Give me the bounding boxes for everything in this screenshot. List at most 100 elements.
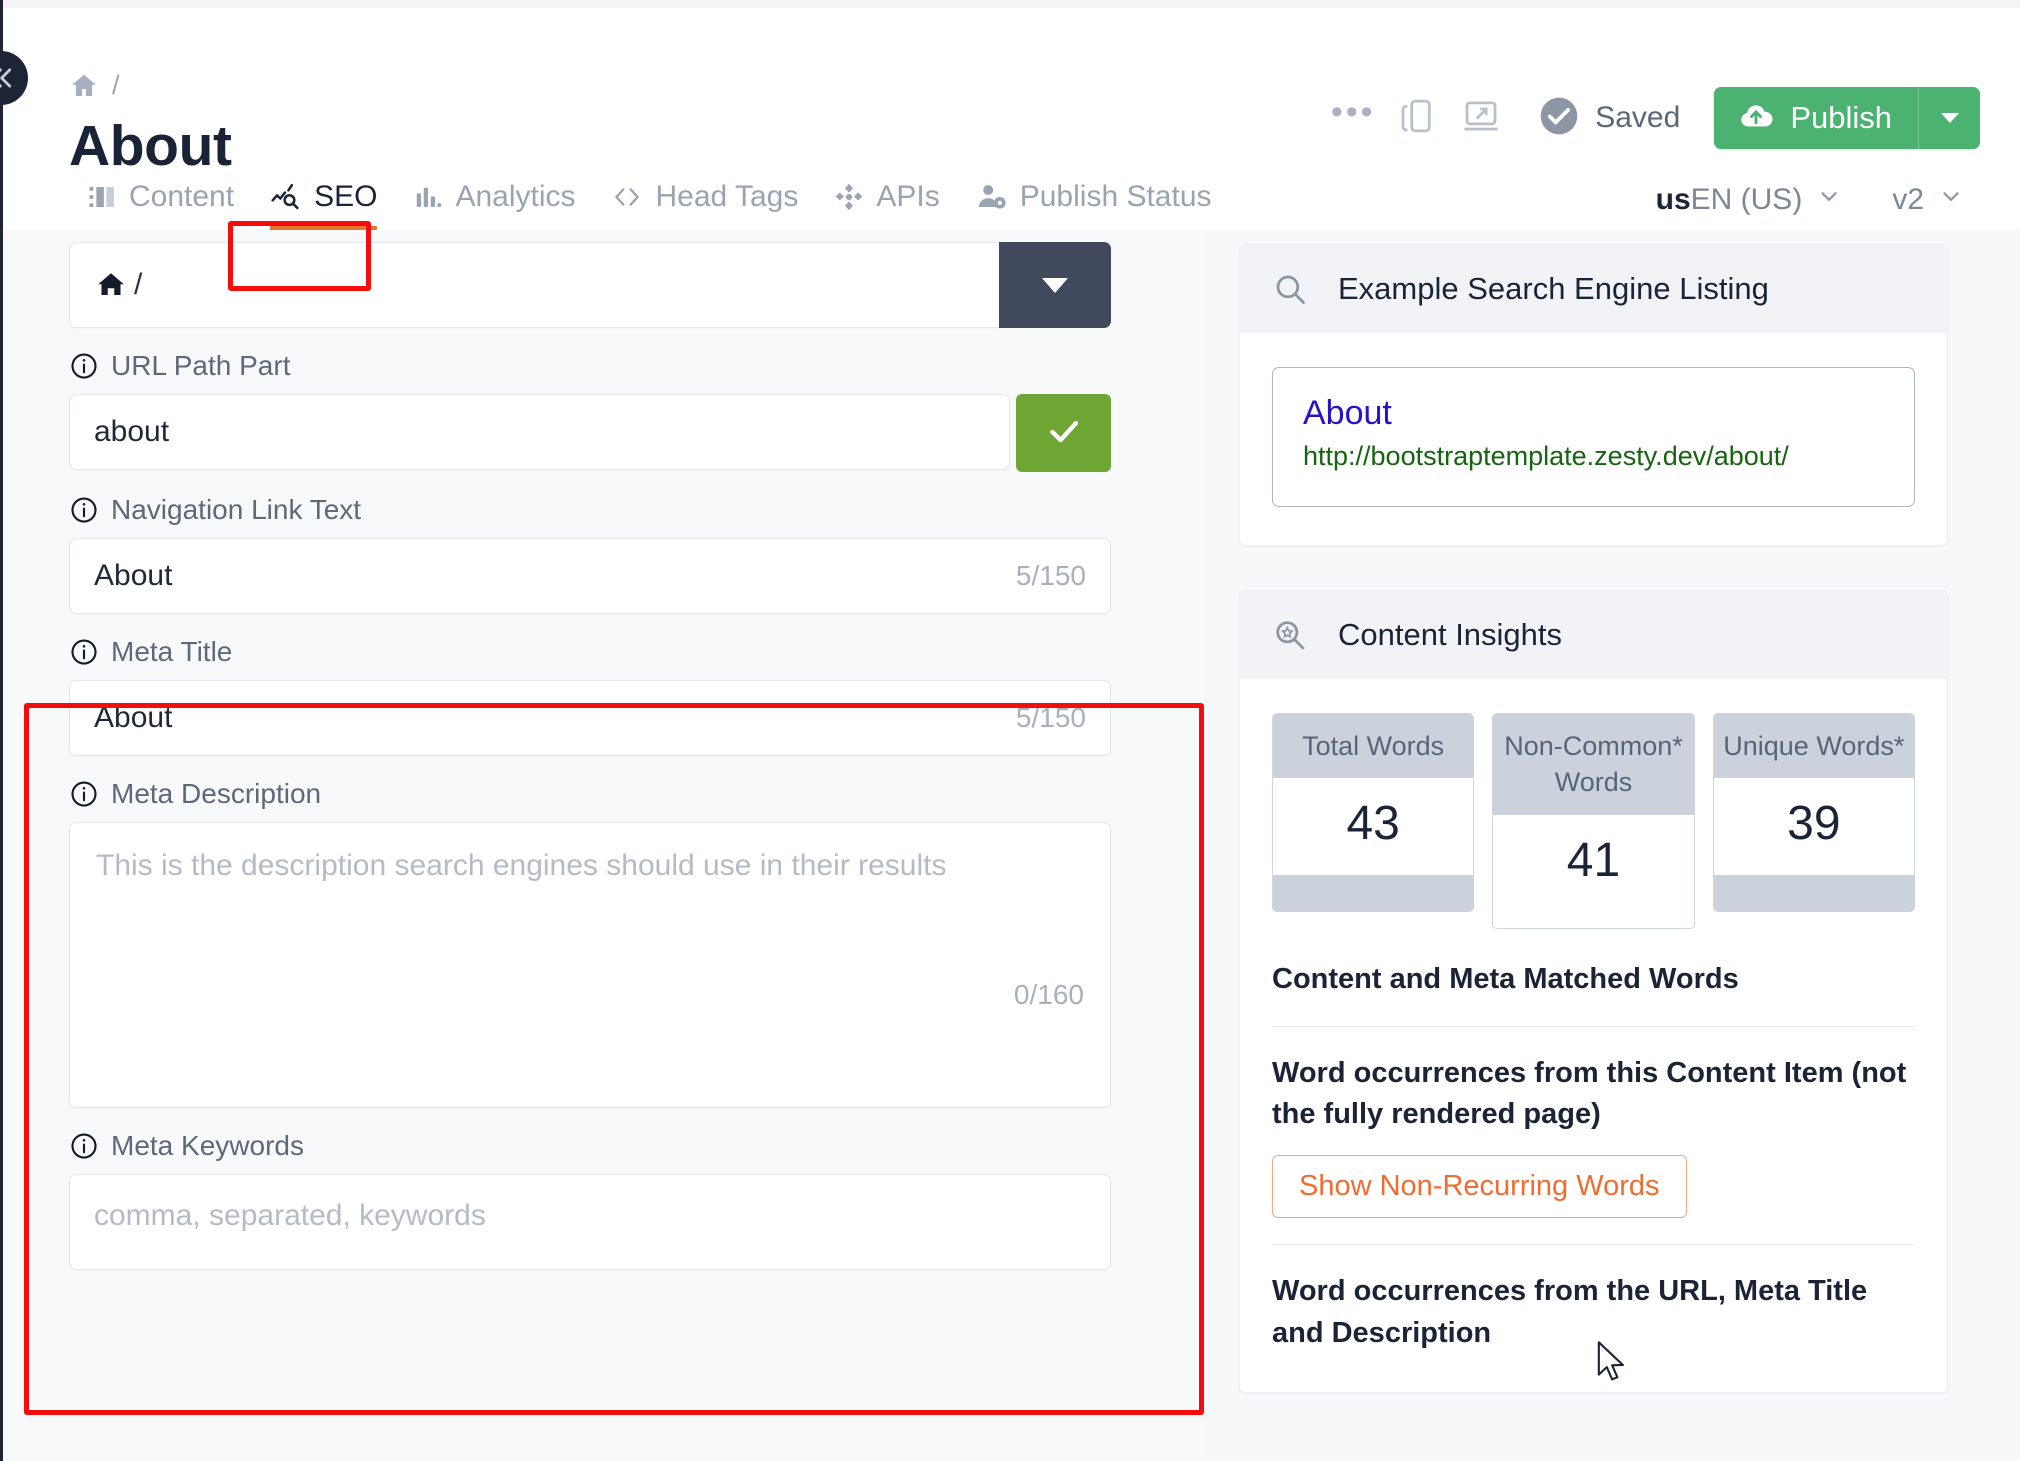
user-gear-icon	[976, 182, 1008, 212]
search-icon	[1272, 271, 1308, 307]
info-icon[interactable]	[69, 779, 99, 809]
info-icon[interactable]	[69, 1131, 99, 1161]
check-circle-icon	[1537, 94, 1581, 143]
seo-form-column: / URL Path Part about Navigation Link Te…	[3, 230, 1203, 1461]
navigation-link-text-label: Navigation Link Text	[111, 494, 362, 525]
parent-path-row: /	[69, 242, 1111, 328]
tab-analytics[interactable]: Analytics	[395, 180, 593, 230]
editor-body: / URL Path Part about Navigation Link Te…	[3, 230, 2020, 1461]
ellipsis-icon: •••	[1330, 93, 1376, 131]
serp-preview: About http://bootstraptemplate.zesty.dev…	[1272, 367, 1915, 507]
show-non-recurring-words-button[interactable]: Show Non-Recurring Words	[1272, 1155, 1687, 1219]
tab-seo[interactable]: SEO	[252, 180, 395, 233]
copy-device-icon	[1396, 95, 1438, 142]
info-icon[interactable]	[69, 495, 99, 525]
url-path-part-label-row: URL Path Part	[69, 350, 1111, 382]
tab-apis-label: APIs	[876, 180, 940, 213]
language-prefix: us	[1655, 183, 1691, 216]
meta-title-label: Meta Title	[111, 636, 233, 667]
divider	[1272, 1026, 1915, 1028]
metric-footer	[1713, 875, 1914, 912]
meta-title-field-group: Meta Title About 5/150	[69, 636, 1111, 756]
navigation-link-text-counter: 5/150	[1015, 560, 1086, 591]
search-listing-body: About http://bootstraptemplate.zesty.dev…	[1240, 333, 1947, 545]
publish-button-label: Publish	[1790, 100, 1892, 135]
app-root: / About ••• Saved Publish Content SEO An…	[0, 0, 2020, 1461]
tab-apis[interactable]: APIs	[816, 180, 957, 230]
meta-description-counter: 0/160	[1013, 979, 1084, 1010]
metric-value: 41	[1493, 814, 1694, 928]
check-icon	[1044, 411, 1084, 456]
language-selector[interactable]: usEN (US)	[1656, 183, 1843, 217]
home-icon	[96, 270, 126, 300]
home-icon[interactable]	[69, 71, 99, 101]
bar-chart-icon	[413, 182, 443, 212]
chevron-down-icon	[1938, 183, 1964, 217]
tab-analytics-label: Analytics	[455, 180, 576, 213]
duplicate-item-button[interactable]	[1385, 86, 1449, 150]
serp-title[interactable]: About	[1303, 394, 1884, 433]
meta-description-field-group: Meta Description This is the description…	[69, 778, 1111, 1108]
content-insights-body: Total Words 43 Non-Common* Words 41 Uniq…	[1240, 679, 1947, 1392]
meta-description-label: Meta Description	[111, 778, 322, 809]
search-star-icon	[1272, 617, 1308, 653]
metric-footer	[1273, 875, 1474, 912]
info-icon[interactable]	[69, 637, 99, 667]
page-header: / About ••• Saved Publish Content SEO An…	[3, 8, 2020, 233]
save-status-label: Saved	[1595, 101, 1681, 134]
url-path-part-label: URL Path Part	[111, 350, 291, 381]
info-icon[interactable]	[69, 351, 99, 381]
metric-unique-words: Unique Words* 39	[1712, 713, 1915, 913]
url-path-part-value: about	[94, 415, 170, 448]
version-selector[interactable]: v2	[1892, 183, 1964, 217]
app-surface: / About ••• Saved Publish Content SEO An…	[3, 8, 2020, 1461]
meta-description-placeholder: This is the description search engines s…	[96, 849, 947, 882]
parent-path-dropdown-button[interactable]	[999, 242, 1111, 328]
content-insights-header: Content Insights	[1240, 591, 1947, 679]
meta-keywords-field-group: Meta Keywords comma, separated, keywords	[69, 1130, 1111, 1270]
content-blocks-icon	[87, 182, 117, 212]
breadcrumb-separator: /	[112, 70, 120, 100]
meta-keywords-placeholder: comma, separated, keywords	[94, 1199, 486, 1232]
divider	[1272, 1244, 1915, 1246]
language-label: EN (US)	[1690, 183, 1803, 216]
search-listing-card: Example Search Engine Listing About http…	[1239, 244, 1948, 546]
preview-button[interactable]	[1449, 86, 1513, 150]
publish-options-button[interactable]	[1918, 87, 1980, 149]
search-listing-title: Example Search Engine Listing	[1338, 271, 1769, 306]
meta-keywords-input[interactable]: comma, separated, keywords	[69, 1174, 1111, 1270]
metric-value: 43	[1273, 778, 1474, 876]
metric-label: Total Words	[1273, 714, 1474, 779]
tab-content[interactable]: Content	[69, 180, 252, 230]
url-path-confirm-button[interactable]	[1016, 394, 1111, 472]
navigation-link-text-value: About	[94, 559, 173, 592]
tab-seo-label: SEO	[314, 180, 378, 213]
tab-head-tags-label: Head Tags	[655, 180, 799, 213]
parent-path-field[interactable]: /	[69, 242, 999, 328]
meta-description-input[interactable]: This is the description search engines s…	[69, 822, 1111, 1108]
search-listing-header: Example Search Engine Listing	[1240, 245, 1947, 333]
open-in-browser-icon	[1460, 95, 1502, 142]
metric-value: 39	[1713, 778, 1914, 876]
meta-title-input[interactable]: About 5/150	[69, 680, 1111, 756]
metric-non-common-words: Non-Common* Words 41	[1492, 713, 1695, 929]
content-insights-card: Content Insights Total Words 43 Non-Comm…	[1239, 590, 1948, 1393]
content-item-heading: Word occurrences from this Content Item …	[1272, 1057, 1907, 1131]
meta-title-value: About	[94, 701, 173, 734]
metric-total-words: Total Words 43	[1272, 713, 1475, 913]
navigation-link-text-label-row: Navigation Link Text	[69, 494, 1111, 526]
navigation-link-text-input[interactable]: About 5/150	[69, 538, 1111, 614]
version-label: v2	[1892, 183, 1924, 216]
tab-head-tags[interactable]: Head Tags	[593, 180, 816, 230]
cloud-upload-icon	[1738, 98, 1774, 139]
serp-url: http://bootstraptemplate.zesty.dev/about…	[1303, 441, 1789, 471]
more-options-button[interactable]: •••	[1321, 86, 1385, 150]
parent-path-value: /	[134, 268, 143, 301]
meta-title-counter: 5/150	[1015, 702, 1086, 733]
tab-publish-status[interactable]: Publish Status	[958, 180, 1230, 230]
url-meta-heading: Word occurrences from the URL, Meta Titl…	[1272, 1275, 1868, 1349]
url-path-part-input[interactable]: about	[69, 394, 1010, 470]
seo-preview-column: Example Search Engine Listing About http…	[1203, 230, 2020, 1461]
locale-version-selectors: usEN (US) v2	[1656, 183, 1964, 217]
publish-button[interactable]: Publish	[1714, 87, 1918, 149]
